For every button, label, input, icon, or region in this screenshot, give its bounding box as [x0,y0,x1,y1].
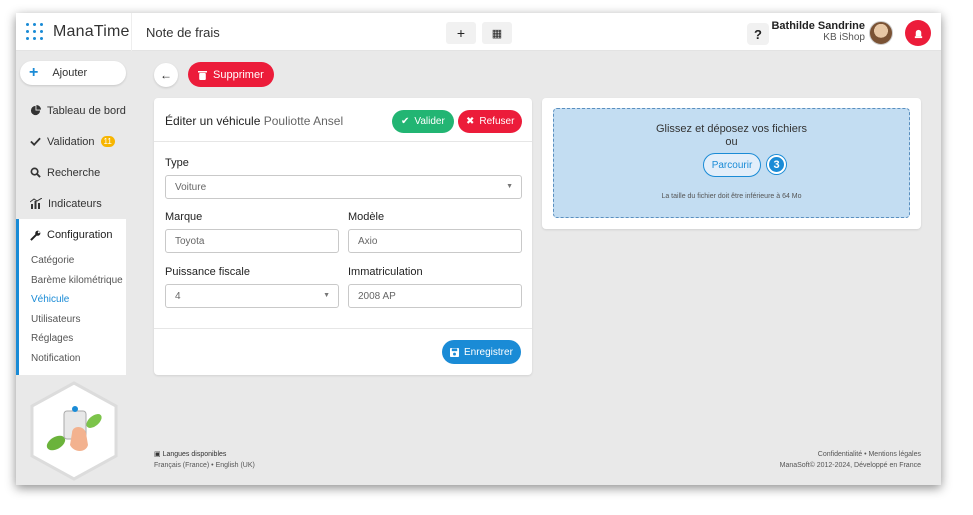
sidebar-item-dashboard[interactable]: Tableau de bord [16,95,132,126]
drop-or: ou [725,136,738,148]
sidebar-item-label: Recherche [47,166,101,179]
app-name: ManaTime [53,23,130,40]
search-icon [30,167,41,178]
config-item-notification[interactable]: Notification [19,349,126,369]
file-drop-zone[interactable]: Glissez et déposez vos fichiers ou Parco… [553,108,910,218]
divider [131,13,132,51]
config-item-category[interactable]: Catégorie [19,251,126,271]
vehicle-form-card: Éditer un véhicule Pouliotte Ansel ✔ Val… [154,98,532,375]
refuse-button[interactable]: ✖ Refuser [458,110,523,133]
add-new-button[interactable]: + Ajouter [20,61,126,85]
registration-label: Immatriculation [348,266,423,278]
check-icon [30,137,41,147]
config-item-users[interactable]: Utilisateurs [19,310,126,330]
footer-languages: ▣ Langues disponibles Français (France) … [154,449,255,471]
config-item-settings[interactable]: Réglages [19,329,126,349]
config-header[interactable]: Configuration [19,219,126,251]
app-window: ManaTime Note de frais + ▦ ? Bathilde Sa… [16,13,941,485]
sidebar-item-search[interactable]: Recherche [16,157,132,188]
card-header: Éditer un véhicule Pouliotte Ansel ✔ Val… [154,98,532,142]
add-label: Ajouter [52,67,88,79]
registration-value: 2008 AP [358,290,396,302]
delete-button[interactable]: Supprimer [188,62,274,87]
floppy-icon [450,347,459,357]
footer-legal: Confidentialité • Mentions légales ManaS… [780,449,921,471]
sidebar: + Ajouter Tableau de bord Validation 11 … [16,51,132,485]
add-button[interactable]: + [446,22,476,44]
user-name: Bathilde Sandrine [771,20,865,32]
top-bar: ManaTime Note de frais + ▦ ? Bathilde Sa… [16,13,941,51]
config-label: Configuration [47,229,113,241]
form-title-text: Éditer un véhicule [165,114,261,128]
user-info[interactable]: Bathilde Sandrine KB iShop [771,20,865,44]
sidebar-nav: Tableau de bord Validation 11 Recherche … [16,95,132,219]
main-content: ← Supprimer Éditer un véhicule Pouliotte… [132,51,941,485]
brand-label: Marque [165,211,203,223]
type-value: Voiture [175,181,207,193]
legal-links[interactable]: Confidentialité • Mentions légales [780,449,921,460]
calendar-button[interactable]: ▦ [482,22,512,44]
close-icon: ✖ [466,116,475,127]
fiscal-power-select[interactable]: 4 ▼ [165,284,339,308]
chevron-down-icon: ▼ [506,183,513,190]
app-logo[interactable]: ManaTime [26,23,130,41]
drop-instruction: Glissez et déposez vos fichiers [655,123,807,135]
vehicle-name: Pouliotte Ansel [263,114,344,128]
validate-label: Valider [414,116,445,127]
sidebar-item-indicators[interactable]: Indicateurs [16,188,132,219]
sidebar-item-label: Validation [47,135,95,148]
trash-icon [198,70,207,80]
save-label: Enregistrer [464,346,513,358]
sidebar-item-validation[interactable]: Validation 11 [16,126,132,157]
copyright: ManaSoft© 2012-2024, Développé en France [779,462,921,469]
calendar-icon: ▦ [491,27,503,40]
pie-chart-icon [30,105,41,116]
back-button[interactable]: ← [154,63,178,87]
type-select[interactable]: Voiture ▼ [165,175,522,199]
upload-card: Glissez et déposez vos fichiers ou Parco… [542,98,921,229]
brand-input[interactable]: Toyota [165,229,339,253]
config-item-mileage-scale[interactable]: Barème kilométrique [19,271,126,291]
bar-chart-icon [30,198,42,209]
config-section: Configuration Catégorie Barème kilométri… [16,219,126,375]
registration-input[interactable]: 2008 AP [348,284,522,308]
delete-label: Supprimer [213,68,264,81]
alarm-button[interactable] [905,20,931,46]
validation-count-badge: 11 [100,136,115,147]
hand-illustration [28,381,120,481]
refuse-label: Refuser [479,116,515,127]
plus-icon: + [29,64,39,81]
fiscal-power-label: Puissance fiscale [165,266,250,278]
plus-icon: + [456,25,466,41]
model-label: Modèle [348,211,385,223]
arrow-left-icon: ← [160,68,172,82]
logo-dots-icon [26,23,44,41]
fiscal-power-value: 4 [175,290,181,302]
validate-button[interactable]: ✔ Valider [392,110,454,133]
languages-list[interactable]: Français (France) • English (UK) [154,460,255,471]
file-size-note: La taille du fichier doit être inférieur… [661,193,802,200]
browse-button[interactable]: Parcourir [703,153,761,177]
company-name: KB iShop [823,32,865,43]
type-label: Type [165,157,189,169]
model-input[interactable]: Axio [348,229,522,253]
config-item-vehicle[interactable]: Véhicule [19,290,126,310]
brand-value: Toyota [175,235,205,247]
chevron-down-icon: ▼ [323,292,330,299]
check-icon: ✔ [401,116,410,127]
model-value: Axio [358,235,378,247]
form-title: Éditer un véhicule Pouliotte Ansel [165,114,343,128]
page-title: Note de frais [146,25,220,40]
sidebar-item-label: Tableau de bord [47,104,126,117]
avatar[interactable] [869,21,893,45]
divider [154,328,532,329]
sidebar-item-label: Indicateurs [48,197,102,210]
save-button[interactable]: Enregistrer [442,340,521,364]
step-marker: 3 [767,155,786,174]
languages-title: ▣ Langues disponibles [154,451,227,458]
alarm-icon [914,29,922,38]
help-button[interactable]: ? [747,23,769,45]
language-icon: ▣ [154,451,163,458]
wrench-icon [30,230,41,241]
